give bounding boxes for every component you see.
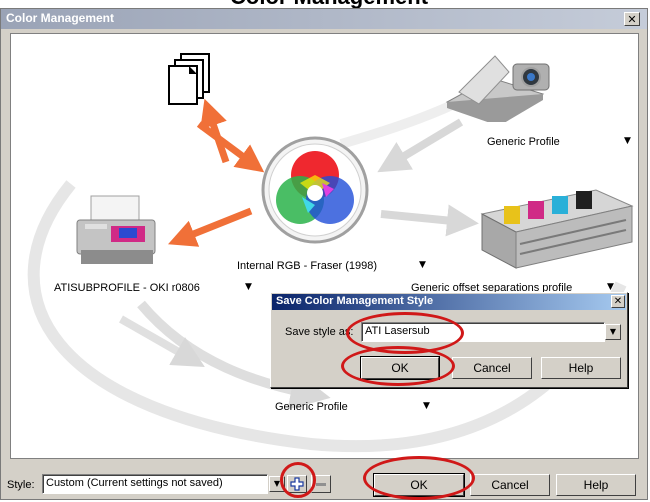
- save-style-dialog: Save Color Management Style ✕ Save style…: [270, 292, 628, 388]
- save-style-name-input[interactable]: ATI Lasersub: [361, 322, 605, 342]
- style-dropdown-button[interactable]: ▼: [269, 476, 285, 492]
- monitor-profile-label: Generic Profile: [275, 401, 348, 413]
- style-label: Style:: [7, 479, 35, 491]
- internal-rgb-label: Internal RGB - Fraser (1998): [237, 260, 377, 272]
- printer-profile-label: ATISUBPROFILE - OKI r0806: [54, 282, 200, 294]
- color-workflow-diagram: Generic Profile ▼ Internal RGB - Fraser …: [10, 33, 639, 459]
- save-style-dropdown-button[interactable]: ▼: [605, 324, 621, 340]
- arrow-to-printer: [168, 207, 253, 247]
- window-close-button[interactable]: ✕: [624, 12, 640, 26]
- input-profile-label: Generic Profile: [487, 136, 560, 148]
- window-titlebar: Color Management ✕: [1, 9, 647, 29]
- save-style-label: Save style as:: [285, 326, 354, 338]
- monitor-profile-dropdown-icon[interactable]: ▼: [423, 401, 430, 411]
- save-dialog-ok-button[interactable]: OK: [360, 356, 440, 380]
- save-dialog-help-button[interactable]: Help: [541, 357, 621, 379]
- press-icon: [480, 189, 634, 269]
- window-title: Color Management: [6, 11, 115, 25]
- save-dialog-cancel-button[interactable]: Cancel: [452, 357, 532, 379]
- delete-style-button[interactable]: [311, 475, 331, 493]
- color-management-window: Color Management ✕ Generic Profile ▼ Int…: [0, 8, 648, 500]
- internal-rgb-dropdown-icon[interactable]: ▼: [419, 260, 426, 270]
- input-profile-dropdown-icon[interactable]: ▼: [624, 136, 631, 146]
- ok-button[interactable]: OK: [373, 473, 465, 497]
- cancel-button[interactable]: Cancel: [470, 474, 550, 496]
- arrow-to-press: [380, 204, 479, 237]
- documents-icon: [168, 53, 210, 105]
- save-dialog-title: Save Color Management Style: [276, 295, 434, 307]
- color-wheel-icon: [261, 136, 369, 244]
- minus-icon: [316, 483, 326, 486]
- style-select[interactable]: Custom (Current settings not saved): [42, 474, 268, 494]
- printer-icon: [76, 195, 156, 264]
- help-button[interactable]: Help: [556, 474, 636, 496]
- scanner-camera-icon: [445, 55, 550, 122]
- plus-icon: [290, 477, 304, 491]
- save-dialog-titlebar: Save Color Management Style ✕: [272, 294, 626, 310]
- printer-profile-dropdown-icon[interactable]: ▼: [245, 282, 252, 292]
- save-dialog-close-button[interactable]: ✕: [611, 295, 625, 308]
- page-heading-crop: Color Management: [0, 0, 650, 9]
- add-style-button[interactable]: [287, 475, 307, 493]
- separations-profile-dropdown-icon[interactable]: ▼: [607, 282, 614, 292]
